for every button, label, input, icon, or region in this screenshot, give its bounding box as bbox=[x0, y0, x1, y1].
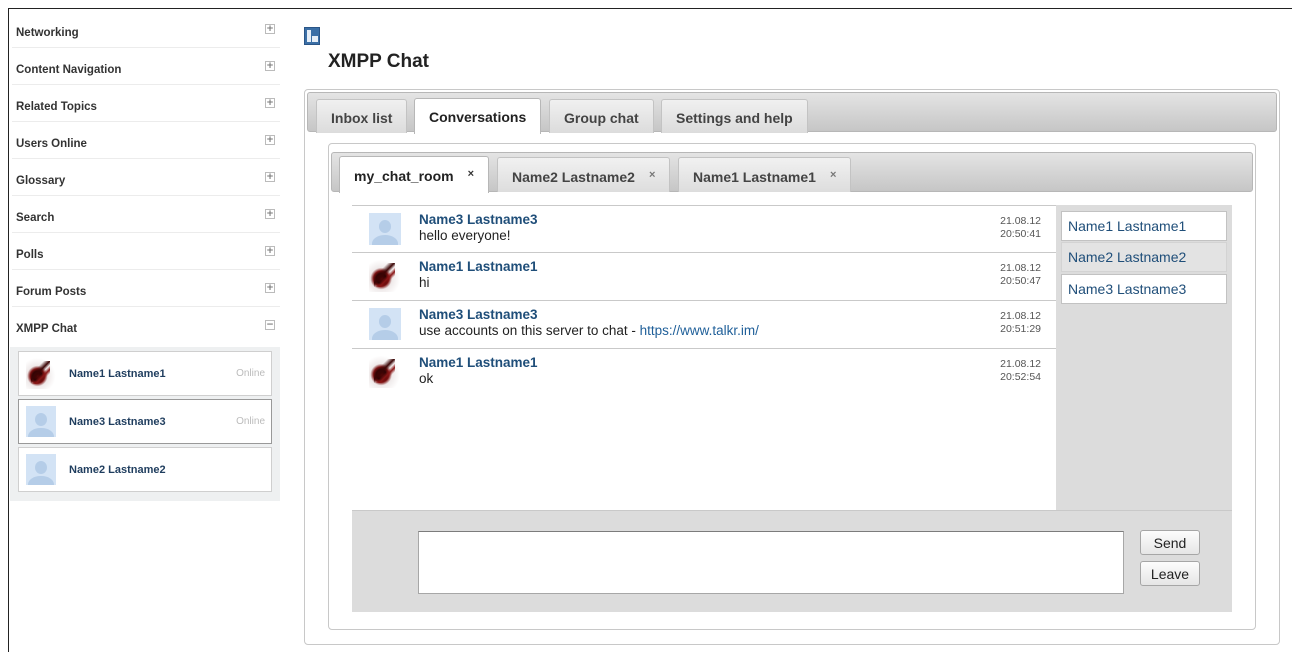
message-list[interactable]: Name3 Lastname3 hello everyone! 21.08.12… bbox=[352, 205, 1056, 510]
message-item: Name1 Lastname1 ok 21.08.12 20:52:54 bbox=[352, 349, 1056, 397]
tab-settings-and-help[interactable]: Settings and help bbox=[661, 99, 808, 133]
expand-icon[interactable]: + bbox=[265, 283, 275, 293]
message-author[interactable]: Name3 Lastname3 bbox=[419, 307, 538, 322]
divider bbox=[12, 195, 280, 196]
contact-item[interactable]: Name3 Lastname3 Online bbox=[18, 399, 272, 444]
message-text: hello everyone! bbox=[419, 228, 511, 243]
message-timestamp: 21.08.12 20:52:54 bbox=[1000, 358, 1041, 383]
sidebar-block-search[interactable]: Search + bbox=[10, 199, 280, 236]
default-avatar-icon bbox=[369, 213, 401, 245]
sidebar-block-glossary[interactable]: Glossary + bbox=[10, 162, 280, 199]
message-author[interactable]: Name1 Lastname1 bbox=[419, 355, 538, 370]
sidebar-block-xmpp-chat[interactable]: XMPP Chat − bbox=[10, 310, 280, 347]
message-input[interactable] bbox=[418, 531, 1124, 594]
collapse-icon[interactable]: − bbox=[265, 320, 275, 330]
block-title: Content Navigation bbox=[16, 64, 122, 76]
sidebar-block-related-topics[interactable]: Related Topics + bbox=[10, 88, 280, 125]
sidebar: Networking + Content Navigation + Relate… bbox=[10, 14, 280, 501]
block-title: Glossary bbox=[16, 175, 66, 187]
message-author[interactable]: Name3 Lastname3 bbox=[419, 212, 538, 227]
block-title: Related Topics bbox=[16, 101, 97, 113]
tab-conversations[interactable]: Conversations bbox=[414, 98, 542, 134]
tab-inbox-list[interactable]: Inbox list bbox=[316, 99, 408, 133]
room-occupants: Name1 Lastname1 Name2 Lastname2 Name3 La… bbox=[1056, 205, 1232, 510]
message-text: hi bbox=[419, 275, 430, 290]
block-title: Forum Posts bbox=[16, 286, 87, 298]
conversation-tab-label: my_chat_room bbox=[354, 168, 454, 184]
tab-conversation[interactable]: Name2 Lastname2 × bbox=[497, 157, 671, 192]
contact-status: Online bbox=[236, 368, 265, 379]
main-tabbar: Inbox list Conversations Group chat Sett… bbox=[307, 92, 1277, 134]
close-icon[interactable]: × bbox=[830, 169, 836, 181]
close-icon[interactable]: × bbox=[649, 169, 655, 181]
occupant-item[interactable]: Name3 Lastname3 bbox=[1061, 274, 1227, 304]
expand-icon[interactable]: + bbox=[265, 61, 275, 71]
contact-item[interactable]: Name1 Lastname1 Online bbox=[18, 351, 272, 396]
xmpp-contact-list: Name1 Lastname1 Online Name3 Lastname3 O… bbox=[10, 347, 280, 501]
message-author[interactable]: Name1 Lastname1 bbox=[419, 259, 538, 274]
contact-item[interactable]: Name2 Lastname2 bbox=[18, 447, 272, 492]
default-avatar-icon bbox=[26, 406, 56, 437]
sidebar-block-content-navigation[interactable]: Content Navigation + bbox=[10, 51, 280, 88]
block-title: Search bbox=[16, 212, 55, 224]
tab-conversation[interactable]: my_chat_room × bbox=[339, 156, 490, 193]
divider bbox=[12, 269, 280, 270]
message-text: use accounts on this server to chat - ht… bbox=[419, 323, 759, 338]
default-avatar-icon bbox=[369, 308, 401, 340]
art-avatar-icon bbox=[369, 356, 401, 388]
art-avatar-icon bbox=[369, 260, 401, 292]
chat-panel: Inbox list Conversations Group chat Sett… bbox=[304, 89, 1280, 645]
conversation-tab-label: Name1 Lastname1 bbox=[693, 169, 816, 185]
expand-icon[interactable]: + bbox=[265, 98, 275, 108]
divider bbox=[12, 232, 280, 233]
occupant-item[interactable]: Name2 Lastname2 bbox=[1061, 242, 1227, 272]
message-timestamp: 21.08.12 20:50:47 bbox=[1000, 262, 1041, 287]
compose-area: Send Leave bbox=[352, 510, 1232, 612]
message-timestamp: 21.08.12 20:50:41 bbox=[1000, 215, 1041, 240]
contact-name: Name3 Lastname3 bbox=[69, 416, 166, 428]
sidebar-block-forum-posts[interactable]: Forum Posts + bbox=[10, 273, 280, 310]
message-text: ok bbox=[419, 371, 434, 386]
message-item: Name3 Lastname3 hello everyone! 21.08.12… bbox=[352, 205, 1056, 253]
conversation-panel: my_chat_room × Name2 Lastname2 × Name1 Las… bbox=[328, 143, 1256, 630]
message-timestamp: 21.08.12 20:51:29 bbox=[1000, 310, 1041, 335]
divider bbox=[12, 47, 280, 48]
contact-name: Name2 Lastname2 bbox=[69, 464, 166, 476]
block-title: Users Online bbox=[16, 138, 87, 150]
block-title: Polls bbox=[16, 249, 44, 261]
message-item: Name3 Lastname3 use accounts on this ser… bbox=[352, 301, 1056, 349]
conversation-tab-label: Name2 Lastname2 bbox=[512, 169, 635, 185]
contact-name: Name1 Lastname1 bbox=[69, 368, 166, 380]
expand-icon[interactable]: + bbox=[265, 172, 275, 182]
divider bbox=[12, 121, 280, 122]
divider bbox=[12, 158, 280, 159]
message-item: Name1 Lastname1 hi 21.08.12 20:50:47 bbox=[352, 253, 1056, 301]
leave-button[interactable]: Leave bbox=[1140, 561, 1200, 586]
message-link[interactable]: https://www.talkr.im/ bbox=[640, 323, 759, 338]
page-title: XMPP Chat bbox=[328, 51, 430, 72]
divider bbox=[12, 84, 280, 85]
sidebar-block-polls[interactable]: Polls + bbox=[10, 236, 280, 273]
default-avatar-icon bbox=[26, 454, 56, 485]
send-button[interactable]: Send bbox=[1140, 530, 1200, 555]
contact-status: Online bbox=[236, 416, 265, 427]
block-title: Networking bbox=[16, 27, 79, 39]
occupant-item[interactable]: Name1 Lastname1 bbox=[1061, 211, 1227, 241]
sidebar-block-networking[interactable]: Networking + bbox=[10, 14, 280, 51]
art-avatar-icon bbox=[26, 358, 56, 389]
block-title: XMPP Chat bbox=[16, 323, 78, 335]
expand-icon[interactable]: + bbox=[265, 24, 275, 34]
divider bbox=[12, 306, 280, 307]
close-icon[interactable]: × bbox=[468, 168, 474, 180]
panel-icon[interactable] bbox=[304, 27, 320, 45]
conversation-tabbar: my_chat_room × Name2 Lastname2 × Name1 Las… bbox=[331, 152, 1253, 193]
sidebar-block-users-online[interactable]: Users Online + bbox=[10, 125, 280, 162]
expand-icon[interactable]: + bbox=[265, 135, 275, 145]
tab-conversation[interactable]: Name1 Lastname1 × bbox=[678, 157, 852, 192]
tab-group-chat[interactable]: Group chat bbox=[549, 99, 654, 133]
expand-icon[interactable]: + bbox=[265, 246, 275, 256]
expand-icon[interactable]: + bbox=[265, 209, 275, 219]
